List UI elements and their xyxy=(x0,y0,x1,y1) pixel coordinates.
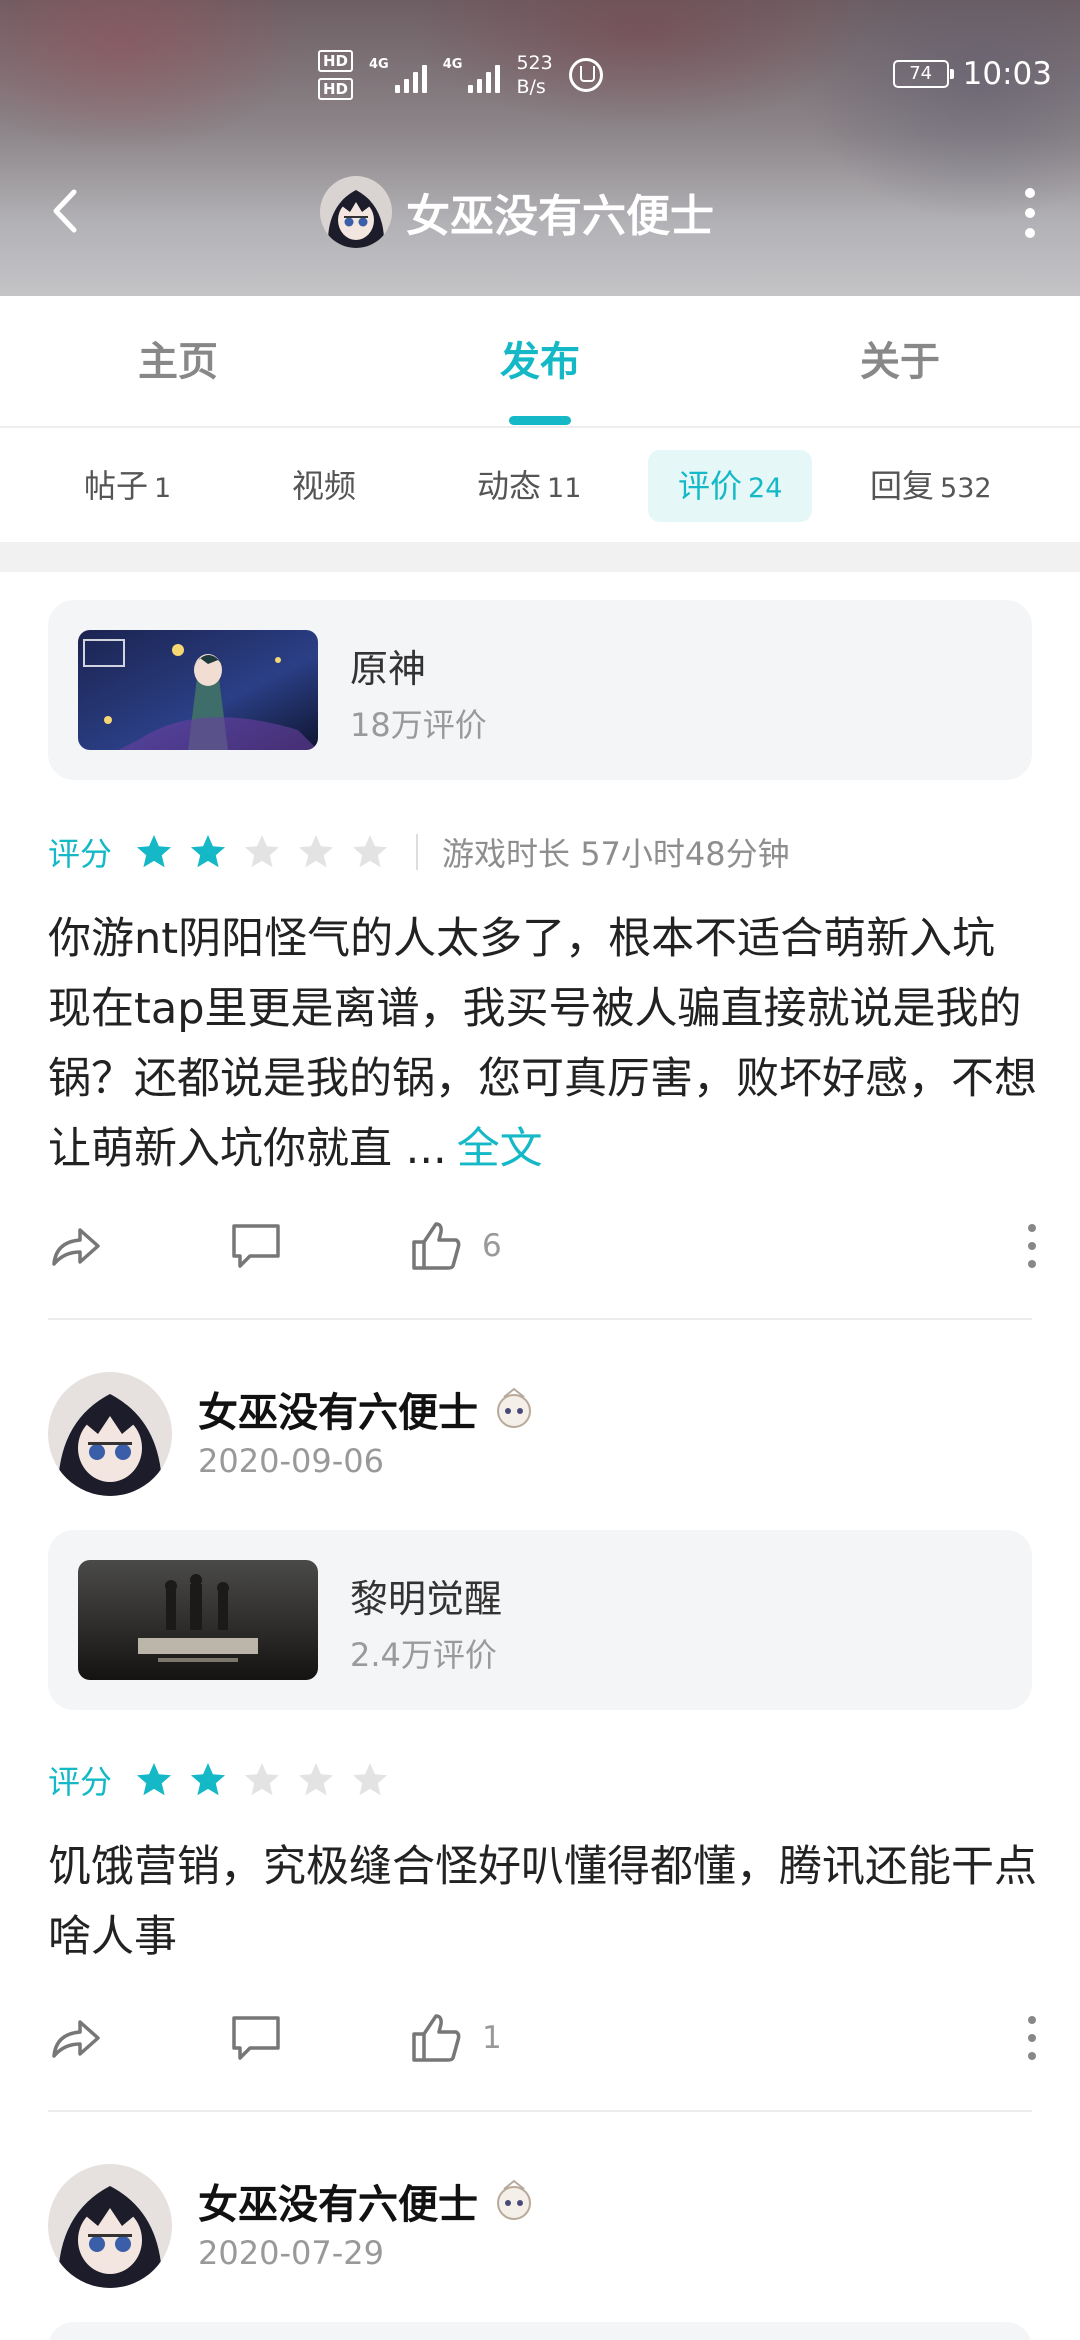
like-count: 6 xyxy=(482,1228,502,1264)
play-time: 游戏时长 57小时48分钟 xyxy=(442,835,790,873)
paimon-badge-icon xyxy=(497,1387,531,1428)
profile-header: HD HD 4G 4G 523 B/s 74 10:03 女巫没有六便士 xyxy=(0,0,1080,296)
subtab-reviews[interactable]: 评价 24 xyxy=(648,450,813,522)
avatar-image xyxy=(48,1372,172,1496)
review-date: 2020-09-06 xyxy=(198,1442,384,1480)
review-divider xyxy=(48,1318,1032,1320)
thumbs-up-icon xyxy=(412,2014,461,2062)
star-empty-icon xyxy=(353,835,388,868)
full-text-link[interactable]: 全文 xyxy=(457,1124,543,1174)
like-count: 1 xyxy=(482,2020,502,2056)
comment-button[interactable] xyxy=(228,1216,284,1276)
review-divider xyxy=(48,2110,1032,2112)
star-filled-icon xyxy=(191,835,226,868)
review-text[interactable]: 你游nt阴阳怪气的人太多了，根本不适合萌新入坑现在tap里更是离谱，我买号被人骗… xyxy=(48,904,1038,1184)
comment-icon xyxy=(232,1224,280,1268)
review-date: 2020-07-29 xyxy=(198,2234,384,2272)
more-vertical-icon xyxy=(1028,1224,1036,1232)
hd-indicators: HD HD xyxy=(318,50,354,100)
tab-home[interactable]: 主页 xyxy=(138,296,218,428)
back-button[interactable] xyxy=(44,184,88,238)
tab-publish[interactable]: 发布 xyxy=(500,296,580,428)
share-button[interactable] xyxy=(48,2008,104,2068)
dawn-awakening-cover-image xyxy=(78,1560,318,1680)
subtab-videos[interactable]: 视频 xyxy=(292,450,356,522)
avatar[interactable] xyxy=(48,1372,172,1496)
author-name: 女巫没有六便士 xyxy=(198,1380,538,1438)
game-thumbnail xyxy=(78,630,318,750)
network-speed: 523 B/s xyxy=(516,52,553,98)
like-button[interactable]: 6 xyxy=(408,1216,502,1276)
header-avatar[interactable] xyxy=(320,176,392,248)
hd-badge-1: HD xyxy=(318,50,354,72)
star-filled-icon xyxy=(191,1763,226,1796)
signal-1-icon: 4G xyxy=(369,57,427,93)
thumbs-up-icon xyxy=(412,1222,461,1270)
avatar-image xyxy=(320,176,392,248)
review-text[interactable]: 饥饿营销，究极缝合怪好叭懂得都懂，腾讯还能干点啥人事 xyxy=(48,1832,1038,1972)
rating-row: 评分 xyxy=(48,1756,390,1804)
page-title: 女巫没有六便士 xyxy=(406,191,714,242)
subtab-posts[interactable]: 帖子 1 xyxy=(84,450,171,522)
status-right: 74 10:03 xyxy=(892,56,1052,92)
comment-button[interactable] xyxy=(228,2008,284,2068)
game-card-dawn-awakening[interactable]: 黎明觉醒 2.4万评价 xyxy=(48,1530,1032,1710)
like-button[interactable]: 1 xyxy=(408,2008,502,2068)
rating-separator xyxy=(416,834,419,870)
active-tab-indicator xyxy=(509,416,571,425)
back-arrow-icon xyxy=(53,189,77,233)
share-icon xyxy=(52,2020,100,2058)
hotspot-icon xyxy=(568,58,603,92)
star-empty-icon xyxy=(245,1763,280,1796)
game-rating-count: 18万评价 xyxy=(350,706,487,744)
game-thumbnail xyxy=(78,1560,318,1680)
section-divider xyxy=(0,542,1080,572)
star-rating xyxy=(134,1760,390,1800)
avatar-image xyxy=(48,2164,172,2288)
author-name: 女巫没有六便士 xyxy=(198,2172,538,2230)
review-more-button[interactable] xyxy=(1026,2016,1038,2060)
star-filled-icon xyxy=(137,835,172,868)
game-name: 原神 xyxy=(350,647,427,691)
game-card-partial[interactable] xyxy=(48,2322,1032,2340)
review-more-button[interactable] xyxy=(1026,1224,1038,1268)
subtab-moments[interactable]: 动态 11 xyxy=(477,450,581,522)
status-time: 10:03 xyxy=(962,56,1052,92)
battery-icon: 74 xyxy=(892,60,954,88)
star-empty-icon xyxy=(245,835,280,868)
comment-icon xyxy=(232,2016,280,2060)
more-vertical-icon xyxy=(1028,2016,1036,2024)
rating-label: 评分 xyxy=(48,835,113,873)
review-author[interactable]: 女巫没有六便士 2020-09-06 xyxy=(48,1372,748,1496)
header-title-group: 女巫没有六便士 xyxy=(320,176,714,248)
hd-badge-2: HD xyxy=(318,78,354,100)
paimon-badge-icon xyxy=(497,2179,531,2220)
star-rating xyxy=(134,832,390,872)
main-tabs: 主页 发布 关于 xyxy=(0,296,1080,428)
review-author[interactable]: 女巫没有六便士 2020-07-29 xyxy=(48,2164,748,2288)
star-empty-icon xyxy=(353,1763,388,1796)
genshin-cover-image xyxy=(78,630,318,750)
more-options-button[interactable] xyxy=(1020,188,1040,238)
game-rating-count: 2.4万评价 xyxy=(350,1636,497,1674)
rating-row: 评分 游戏时长 57小时48分钟 xyxy=(48,828,790,876)
review-actions: 6 xyxy=(48,1216,1038,1276)
review-actions: 1 xyxy=(48,2008,1038,2068)
rating-label: 评分 xyxy=(48,1763,113,1801)
status-bar: HD HD 4G 4G 523 B/s 74 10:03 xyxy=(0,0,1080,150)
more-vertical-icon xyxy=(1025,188,1035,198)
share-icon xyxy=(52,1228,100,1266)
subtab-replies[interactable]: 回复 532 xyxy=(870,450,992,522)
network-status: HD HD 4G 4G 523 B/s xyxy=(318,50,603,100)
game-name: 黎明觉醒 xyxy=(350,1577,503,1621)
star-filled-icon xyxy=(137,1763,172,1796)
game-card-genshin[interactable]: 原神 18万评价 xyxy=(48,600,1032,780)
star-empty-icon xyxy=(299,1763,334,1796)
avatar[interactable] xyxy=(48,2164,172,2288)
sub-tabs: 帖子 1 视频 动态 11 评价 24 回复 532 xyxy=(0,430,1080,542)
share-button[interactable] xyxy=(48,1216,104,1276)
star-empty-icon xyxy=(299,835,334,868)
tab-about[interactable]: 关于 xyxy=(860,296,940,428)
signal-2-icon: 4G xyxy=(443,57,501,93)
